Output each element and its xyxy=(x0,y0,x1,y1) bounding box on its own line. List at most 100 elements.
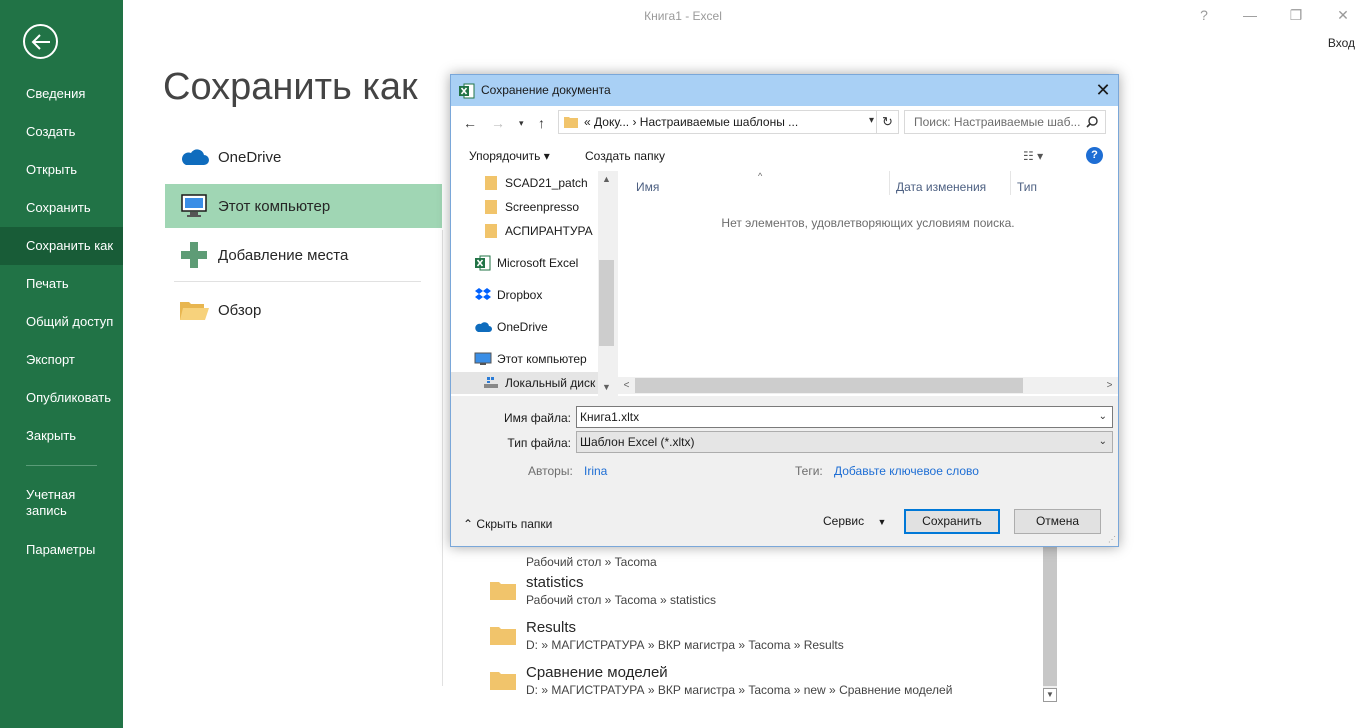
recent-folder-name: Сравнение моделей xyxy=(526,664,668,681)
dialog-commandbar: Упорядочить ▾ Создать папку ☷ ▾ ? xyxy=(451,140,1118,171)
file-type-select[interactable]: Шаблон Excel (*.xltx) ⌄ xyxy=(576,431,1113,453)
scrollbar-thumb[interactable] xyxy=(1043,540,1057,686)
tree-item-label: Screenpresso xyxy=(505,200,580,214)
up-arrow-icon[interactable]: ↑ xyxy=(538,115,545,131)
excel-icon xyxy=(473,255,493,271)
tree-item[interactable]: Screenpresso xyxy=(481,196,579,218)
back-button[interactable] xyxy=(23,24,58,59)
recent-scrollbar[interactable]: ▼ xyxy=(1043,540,1057,702)
close-icon[interactable]: ✕ xyxy=(1088,75,1118,106)
hide-folders-button[interactable]: ⌃ Скрыть папки xyxy=(463,517,552,531)
location-browse[interactable]: Обзор xyxy=(165,288,442,332)
column-header-type[interactable]: Тип xyxy=(1017,180,1037,194)
location-label: Этот компьютер xyxy=(218,197,331,215)
back-arrow-icon xyxy=(31,33,50,50)
save-button[interactable]: Сохранить xyxy=(904,509,1000,534)
tree-scrollbar[interactable]: ▲ ▼ xyxy=(598,171,615,396)
chevron-up-icon: ⌃ xyxy=(463,517,474,531)
scroll-down-icon[interactable]: ▼ xyxy=(1043,688,1057,702)
recent-locations-chevron-icon[interactable]: ▾ xyxy=(519,118,524,129)
dropbox-icon xyxy=(473,288,493,302)
tree-item-label: АСПИРАНТУРА xyxy=(505,224,593,238)
rail-item-publish[interactable]: Опубликовать xyxy=(0,379,123,417)
view-options-icon[interactable]: ☷ ▾ xyxy=(1023,149,1043,163)
new-folder-button[interactable]: Создать папку xyxy=(585,149,665,163)
cloud-icon xyxy=(473,321,493,333)
plus-icon xyxy=(171,241,217,269)
folder-icon xyxy=(481,223,501,239)
rail-item-save[interactable]: Сохранить xyxy=(0,189,123,227)
chevron-down-icon[interactable]: ⌄ xyxy=(1099,407,1107,427)
chevron-down-icon[interactable]: ⌄ xyxy=(1099,432,1107,452)
scroll-up-icon[interactable]: ▲ xyxy=(598,171,615,188)
scrollbar-thumb[interactable] xyxy=(599,260,614,346)
scroll-right-icon[interactable]: > xyxy=(1101,377,1118,394)
back-arrow-icon[interactable]: ← xyxy=(463,115,477,131)
tree-item-selected[interactable]: Локальный диск xyxy=(451,372,598,394)
minimize-button[interactable]: — xyxy=(1240,7,1260,23)
tree-item[interactable]: Этот компьютер xyxy=(473,348,587,370)
rail-item-options[interactable]: Параметры xyxy=(0,531,123,569)
restore-button[interactable]: ❐ xyxy=(1286,7,1306,24)
location-onedrive[interactable]: OneDrive xyxy=(165,135,442,179)
tree-item[interactable]: OneDrive xyxy=(473,316,548,338)
rail-item-print[interactable]: Печать xyxy=(0,265,123,303)
location-label: Добавление места xyxy=(218,246,349,264)
folder-icon xyxy=(481,175,501,191)
rail-item-open[interactable]: Открыть xyxy=(0,151,123,189)
rail-item-share[interactable]: Общий доступ xyxy=(0,303,123,341)
address-bar[interactable]: « Доку... › Настраиваемые шаблоны ... ▾ … xyxy=(558,110,899,134)
chevron-down-icon[interactable]: ▾ xyxy=(869,115,874,126)
recent-folder[interactable]: statistics Рабочий стол » Tacoma » stati… xyxy=(490,574,1050,610)
rail-item-account[interactable]: Учетная запись xyxy=(0,484,123,524)
location-label: Обзор xyxy=(218,301,262,319)
drive-icon xyxy=(481,376,501,390)
help-button[interactable]: ? xyxy=(1194,7,1214,23)
file-name-field[interactable]: Книга1.xltx ⌄ xyxy=(576,406,1113,428)
list-scrollbar[interactable]: < > xyxy=(618,377,1118,394)
tags-value[interactable]: Добавьте ключевое слово xyxy=(834,464,979,478)
page-title: Сохранить как xyxy=(163,66,418,108)
column-header-date[interactable]: Дата изменения xyxy=(896,180,986,194)
file-list: ^ Имя Дата изменения Тип Нет элементов, … xyxy=(618,171,1118,396)
address-breadcrumb[interactable]: « Доку... › Настраиваемые шаблоны ... xyxy=(584,115,798,129)
rail-item-export[interactable]: Экспорт xyxy=(0,341,123,379)
authors-value[interactable]: Irina xyxy=(584,464,607,478)
recent-folder-path: D: » МАГИСТРАТУРА » ВКР магистра » Tacom… xyxy=(526,683,953,697)
tree-item[interactable]: SCAD21_patch xyxy=(481,172,588,194)
tree-item-label: SCAD21_patch xyxy=(505,176,588,190)
column-header-name[interactable]: Имя xyxy=(636,180,659,194)
search-icon xyxy=(1086,116,1098,128)
organize-button[interactable]: Упорядочить ▾ xyxy=(469,149,550,163)
scroll-left-icon[interactable]: < xyxy=(618,377,635,394)
recent-folder[interactable]: Results D: » МАГИСТРАТУРА » ВКР магистра… xyxy=(490,619,1050,655)
location-add-place[interactable]: Добавление места xyxy=(165,233,442,277)
scrollbar-thumb[interactable] xyxy=(635,378,1023,393)
forward-arrow-icon[interactable]: → xyxy=(491,115,505,131)
recent-folder[interactable]: Сравнение моделей D: » МАГИСТРАТУРА » ВК… xyxy=(490,664,1050,700)
column-divider[interactable] xyxy=(889,171,890,195)
sign-in-link[interactable]: Вход xyxy=(1328,36,1355,50)
column-divider[interactable] xyxy=(1010,171,1011,195)
empty-message: Нет элементов, удовлетворяющих условиям … xyxy=(721,216,1015,230)
close-window-button[interactable]: ✕ xyxy=(1333,7,1353,24)
scroll-down-icon[interactable]: ▼ xyxy=(598,379,615,396)
computer-icon xyxy=(171,193,217,219)
dialog-titlebar: Сохранение документа ✕ xyxy=(451,75,1118,106)
rail-item-close[interactable]: Закрыть xyxy=(0,417,123,455)
tree-item-label: Локальный диск xyxy=(505,376,596,390)
tree-item[interactable]: АСПИРАНТУРА xyxy=(481,220,593,242)
help-icon[interactable]: ? xyxy=(1086,147,1103,164)
folder-icon xyxy=(490,672,516,690)
tree-item[interactable]: Microsoft Excel xyxy=(473,252,578,274)
location-this-pc[interactable]: Этот компьютер xyxy=(165,184,442,228)
resize-grip-icon[interactable]: ⋰ xyxy=(1108,535,1116,544)
rail-item-new[interactable]: Создать xyxy=(0,113,123,151)
search-input[interactable]: Поиск: Настраиваемые шаб... xyxy=(904,110,1106,134)
cancel-button[interactable]: Отмена xyxy=(1014,509,1101,534)
rail-item-save-as[interactable]: Сохранить как xyxy=(0,227,123,265)
refresh-icon[interactable]: ↻ xyxy=(876,111,898,133)
tree-item[interactable]: Dropbox xyxy=(473,284,542,306)
rail-item-info[interactable]: Сведения xyxy=(0,75,123,113)
tools-button[interactable]: Сервис ▼ xyxy=(823,514,886,528)
